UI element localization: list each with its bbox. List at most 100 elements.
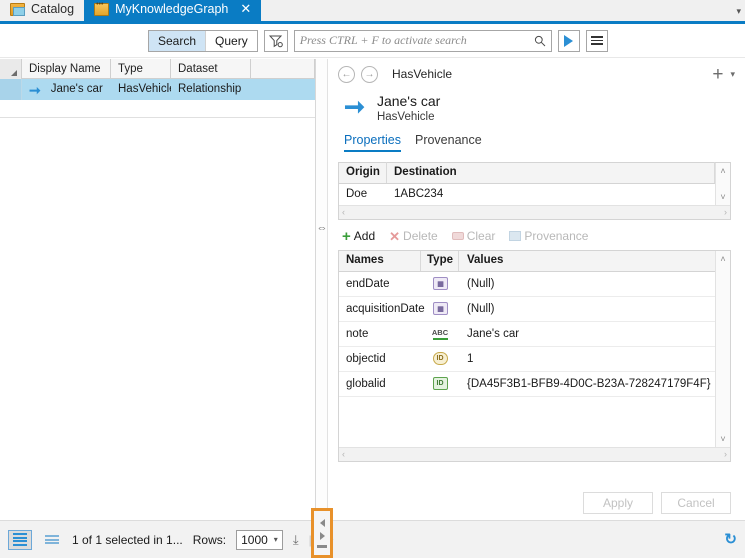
- clear-property-button[interactable]: Clear: [451, 229, 495, 243]
- cell-type: HasVehicle: [118, 83, 171, 95]
- scroll-down-icon[interactable]: ˅: [720, 434, 725, 447]
- cell-property-value[interactable]: (Null): [459, 303, 715, 315]
- cell-property-value[interactable]: {DA45F3B1-BFB9-4D0C-B23A-728247179F4F}: [459, 378, 715, 390]
- cell-property-value[interactable]: Jane's car: [459, 328, 715, 340]
- close-icon[interactable]: ✕: [240, 1, 251, 17]
- cell-property-value[interactable]: 1: [459, 353, 715, 365]
- cell-property-name: endDate: [346, 277, 390, 290]
- tab-catalog-label: Catalog: [31, 2, 75, 16]
- search-input[interactable]: Press CTRL + F to activate search: [293, 29, 552, 52]
- tab-myknowledgegraph-label: MyKnowledgeGraph: [115, 2, 229, 16]
- cancel-button[interactable]: Cancel: [661, 492, 731, 514]
- globalid-type-icon: ID: [432, 377, 448, 390]
- properties-horizontal-scrollbar[interactable]: ‹ ›: [339, 446, 730, 461]
- scroll-right-icon[interactable]: ›: [724, 207, 727, 217]
- scroll-up-icon[interactable]: ˄: [720, 251, 725, 264]
- date-type-icon: ▦: [432, 302, 448, 315]
- provenance-button[interactable]: Provenance: [509, 229, 588, 243]
- rows-label: Rows:: [192, 532, 227, 547]
- entity-title: Jane's car: [376, 93, 441, 109]
- search-mode-button[interactable]: Search: [149, 30, 206, 51]
- table-view-icon[interactable]: [8, 529, 32, 550]
- properties-header: Names Type Values: [339, 250, 715, 272]
- search-query-toggle: Search Query: [148, 29, 258, 52]
- properties-vertical-scrollbar[interactable]: ˄ ˅: [715, 250, 730, 447]
- play-icon: [564, 34, 574, 47]
- run-search-button[interactable]: [557, 29, 580, 52]
- table-row[interactable]: globalid ID {DA45F3B1-BFB9-4D0C-B23A-728…: [339, 372, 715, 397]
- date-type-icon: ▦: [432, 277, 448, 290]
- apply-button[interactable]: Apply: [583, 492, 653, 514]
- column-header-type[interactable]: Type: [111, 58, 171, 79]
- filter-icon[interactable]: [263, 29, 288, 52]
- detail-refresh-icon[interactable]: ↻: [724, 530, 737, 548]
- results-pane: Display Name Type Dataset ➞ Jane's car H…: [0, 58, 316, 520]
- chevron-down-icon[interactable]: ▾: [730, 69, 735, 80]
- download-icon[interactable]: ⤓: [293, 532, 299, 548]
- cell-display-name: Jane's car: [50, 83, 103, 95]
- table-row[interactable]: Doe 1ABC234: [339, 183, 715, 205]
- column-header-values[interactable]: Values: [459, 251, 715, 272]
- delete-property-label: Delete: [403, 229, 438, 243]
- forward-icon[interactable]: →: [361, 65, 378, 83]
- endpoints-horizontal-scrollbar[interactable]: ‹ ›: [339, 204, 730, 219]
- search-options-menu-button[interactable]: [585, 29, 608, 52]
- rows-limit-value: 1000: [241, 532, 268, 547]
- collapse-left-icon[interactable]: [319, 518, 325, 527]
- table-row[interactable]: acquisitionDate ▦ (Null): [339, 297, 715, 322]
- detail-tabs: Properties Provenance: [328, 123, 745, 152]
- form-buttons: Apply Cancel: [583, 492, 731, 514]
- tab-catalog[interactable]: Catalog: [0, 0, 84, 21]
- table-row[interactable]: endDate ▦ (Null): [339, 272, 715, 297]
- scroll-left-icon[interactable]: ‹: [342, 449, 345, 459]
- endpoints-header: Origin Destination: [339, 162, 715, 184]
- add-property-label: Add: [353, 229, 376, 243]
- search-placeholder: Press CTRL + F to activate search: [299, 33, 467, 47]
- relationship-arrow-icon: ➞: [29, 81, 41, 98]
- column-header-destination[interactable]: Destination: [387, 162, 715, 183]
- query-mode-button[interactable]: Query: [205, 30, 257, 51]
- delete-property-button[interactable]: ✕ Delete: [389, 229, 438, 243]
- column-header-dataset[interactable]: Dataset: [171, 58, 251, 79]
- search-icon[interactable]: [534, 35, 546, 47]
- cell-property-value[interactable]: (Null): [459, 278, 715, 290]
- relationship-arrow-icon: ➞: [344, 93, 365, 122]
- grid-select-all-corner[interactable]: [0, 58, 22, 79]
- cell-property-name: acquisitionDate: [346, 302, 425, 315]
- back-icon[interactable]: ←: [338, 65, 355, 83]
- search-toolbar: Search Query Press CTRL + F to activate …: [0, 24, 745, 58]
- collapse-bar-icon[interactable]: [317, 544, 327, 548]
- table-row[interactable]: ➞ Jane's car HasVehicle Relationship: [0, 79, 315, 100]
- entity-header: ➞ Jane's car HasVehicle: [328, 89, 745, 123]
- tab-provenance[interactable]: Provenance: [415, 133, 482, 152]
- scroll-down-icon[interactable]: ˅: [720, 192, 725, 202]
- table-row[interactable]: note ABC Jane's car: [339, 322, 715, 347]
- properties-rows: endDate ▦ (Null) acquisitionDate ▦ (Null…: [339, 272, 715, 447]
- table-row[interactable]: objectid ID 1: [339, 347, 715, 372]
- rows-limit-dropdown[interactable]: 1000 ▾: [236, 529, 283, 550]
- detail-nav-row: ← → HasVehicle + ▾: [328, 59, 745, 89]
- list-view-icon[interactable]: [42, 532, 62, 548]
- knowledge-graph-icon: [94, 1, 110, 16]
- splitter-resize-handle[interactable]: ⇔: [315, 222, 329, 234]
- endpoints-vertical-scrollbar[interactable]: ˄ ˅: [715, 162, 730, 205]
- scroll-right-icon[interactable]: ›: [724, 449, 727, 459]
- tab-myknowledgegraph[interactable]: MyKnowledgeGraph ✕: [84, 0, 262, 21]
- row-selector[interactable]: [0, 79, 22, 100]
- column-header-type[interactable]: Type: [421, 250, 459, 271]
- scroll-up-icon[interactable]: ˄: [720, 166, 725, 176]
- column-header-names[interactable]: Names: [339, 250, 421, 271]
- hamburger-menu-icon: [590, 36, 603, 45]
- splitter-collapse-icon[interactable]: [311, 508, 333, 558]
- tab-properties[interactable]: Properties: [344, 133, 401, 152]
- column-header-origin[interactable]: Origin: [339, 162, 387, 183]
- scroll-left-icon[interactable]: ‹: [342, 207, 345, 217]
- cell-origin: Doe: [346, 187, 368, 200]
- chevron-down-icon[interactable]: ▾: [736, 6, 741, 17]
- add-icon[interactable]: +: [712, 65, 723, 84]
- add-property-button[interactable]: + Add: [342, 229, 375, 244]
- cell-property-name: globalid: [346, 377, 386, 390]
- collapse-right-icon[interactable]: [319, 531, 325, 540]
- pane-splitter[interactable]: ⇔: [316, 59, 328, 520]
- column-header-display-name[interactable]: Display Name: [22, 58, 111, 79]
